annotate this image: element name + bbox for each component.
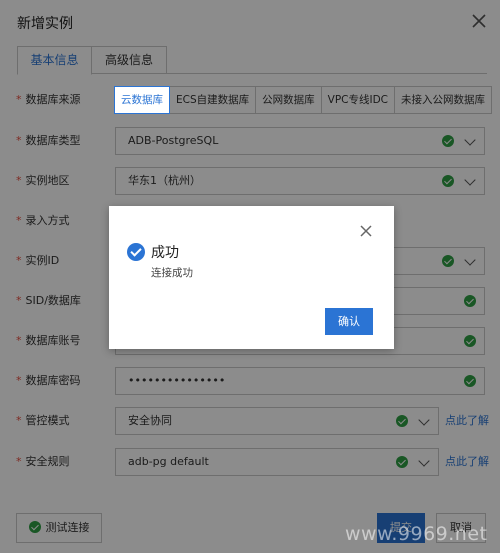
close-icon[interactable] bbox=[358, 223, 374, 239]
watermark: www.9969.net bbox=[345, 523, 488, 545]
modal-title: 成功 bbox=[151, 245, 179, 261]
modal-message: 连接成功 bbox=[151, 267, 193, 279]
success-check-icon bbox=[127, 243, 145, 261]
confirm-button[interactable]: 确认 bbox=[325, 308, 373, 335]
success-modal: 成功 连接成功 确认 bbox=[109, 206, 394, 349]
source-option-cloud[interactable]: 云数据库 bbox=[114, 86, 170, 114]
